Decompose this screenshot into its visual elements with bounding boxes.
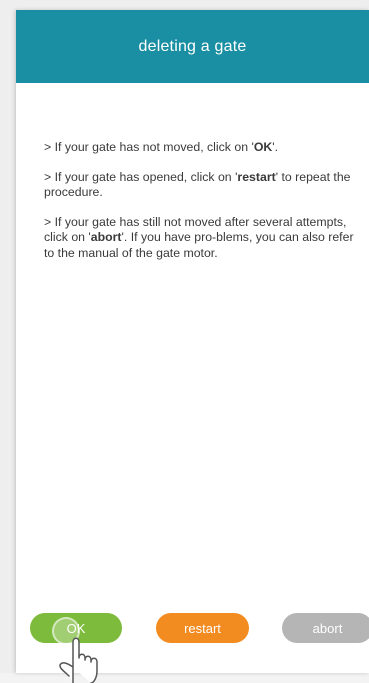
instruction-abort-bold: abort — [90, 230, 122, 244]
app-screen: deleting a gate > If your gate has not m… — [16, 10, 369, 683]
page-title: deleting a gate — [138, 37, 247, 55]
instruction-restart: > If your gate has opened, click on 'res… — [44, 170, 354, 201]
instruction-restart-bold: restart — [237, 169, 276, 184]
device-frame: deleting a gate > If your gate has not m… — [0, 0, 369, 683]
instruction-ok-suffix: '. — [272, 140, 279, 154]
page-header: deleting a gate — [16, 10, 369, 83]
abort-button[interactable]: abort — [282, 613, 369, 643]
instruction-text: > If your gate has not moved, click on '… — [44, 140, 354, 275]
instruction-ok-prefix: > If your gate has not moved, click on ' — [44, 140, 254, 154]
restart-button[interactable]: restart — [156, 613, 249, 643]
instruction-abort: > If your gate has still not moved after… — [44, 215, 354, 262]
instruction-ok: > If your gate has not moved, click on '… — [44, 140, 354, 156]
hand-pointer-icon — [59, 637, 98, 683]
instruction-ok-bold: OK — [253, 140, 273, 154]
instruction-restart-prefix: > If your gate has opened, click on ' — [44, 169, 238, 184]
